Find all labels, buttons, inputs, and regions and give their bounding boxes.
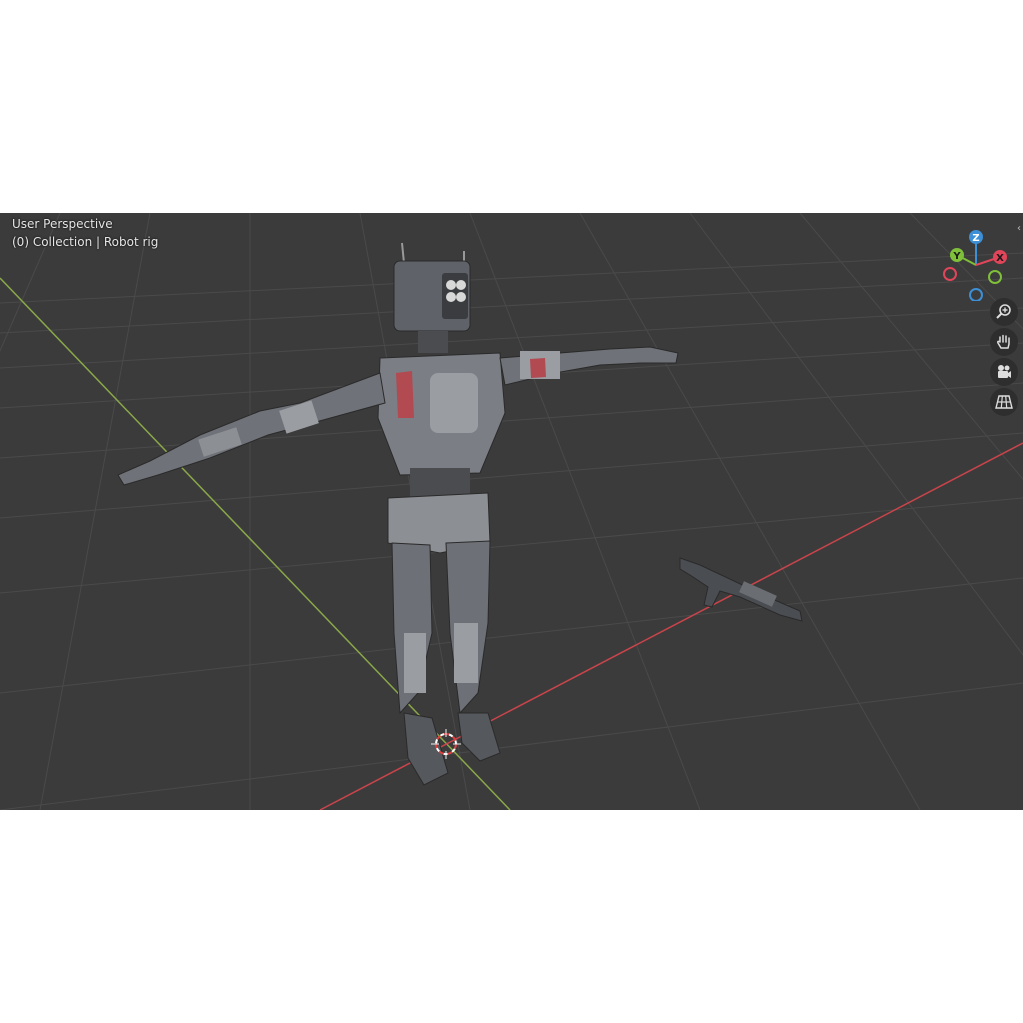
camera-view-button[interactable]: [990, 358, 1018, 386]
gizmo-neg-y-axis[interactable]: [988, 270, 1002, 284]
camera-icon: [998, 365, 1011, 378]
navigation-gizmo[interactable]: Z Y X: [936, 221, 1016, 301]
view-mode-label: User Perspective: [12, 217, 113, 231]
collection-label: (0) Collection | Robot rig: [12, 235, 159, 249]
gizmo-neg-x-axis[interactable]: [943, 267, 957, 281]
perspective-grid-icon: [995, 395, 1013, 409]
zoom-button[interactable]: [990, 298, 1018, 326]
perspective-toggle-button[interactable]: [990, 388, 1018, 416]
floor-grid: [0, 213, 1023, 810]
gizmo-neg-z-axis[interactable]: [969, 288, 983, 301]
3d-viewport[interactable]: User Perspective (0) Collection | Robot …: [0, 213, 1023, 810]
scene-canvas[interactable]: [0, 213, 1023, 810]
gizmo-x-label: X: [996, 253, 1004, 264]
pan-button[interactable]: [990, 328, 1018, 356]
sidebar-expand-handle[interactable]: ‹: [1017, 223, 1023, 237]
gizmo-z-label: Z: [972, 233, 979, 244]
robot-model[interactable]: [117, 242, 679, 786]
zoom-icon: [996, 304, 1011, 319]
pan-hand-icon: [997, 334, 1010, 349]
gizmo-y-label: Y: [952, 251, 961, 262]
